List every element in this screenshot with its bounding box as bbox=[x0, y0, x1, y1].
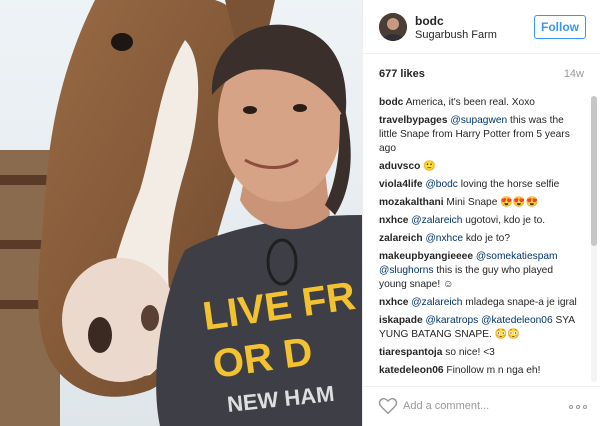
comment-mention[interactable]: @bodc bbox=[425, 179, 457, 190]
post-timestamp[interactable]: 14w bbox=[564, 68, 584, 80]
avatar-image bbox=[379, 13, 407, 41]
ellipsis-icon bbox=[569, 405, 573, 409]
comment-username[interactable]: viola4life bbox=[379, 179, 423, 190]
comment-mention[interactable]: @katedeleon06 bbox=[481, 315, 553, 326]
horse-selfie-image: LIVE FR OR D NEW HAM bbox=[0, 0, 362, 426]
post-stats: 677 likes 14w bbox=[379, 68, 584, 84]
comment-username[interactable]: bodc bbox=[379, 97, 403, 108]
comment-item: bodc America, it's been real. Xoxo bbox=[379, 96, 579, 110]
post-footer bbox=[363, 386, 600, 426]
post-header: bodc Sugarbush Farm Follow bbox=[363, 0, 600, 54]
heart-outline-icon bbox=[378, 397, 398, 415]
comment-item: tiarespantoja so nice! <3 bbox=[379, 346, 579, 360]
comment-mention[interactable]: @somekatiespam bbox=[476, 251, 558, 262]
comment-username[interactable]: nxhce bbox=[379, 297, 408, 308]
comment-text: so nice! <3 bbox=[445, 347, 495, 358]
comment-item: viola4life @bodc loving the horse selfie bbox=[379, 178, 579, 192]
comment-text: Mini Snape 😍😍😍 bbox=[446, 197, 539, 208]
comment-username[interactable]: makeupbyangieeee bbox=[379, 251, 473, 262]
location-link[interactable]: Sugarbush Farm bbox=[415, 29, 497, 41]
add-comment-input[interactable] bbox=[403, 396, 553, 416]
comment-item: zalareich @nxhce kdo je to? bbox=[379, 232, 579, 246]
comment-item: katedeleon06 Finollow m n nga eh! bbox=[379, 364, 579, 378]
comment-username[interactable]: zalareich bbox=[379, 233, 423, 244]
more-options-button[interactable] bbox=[569, 404, 587, 410]
comment-username[interactable]: katedeleon06 bbox=[379, 365, 444, 376]
comment-item: travelbypages @supagwen this was the lit… bbox=[379, 114, 579, 156]
avatar[interactable] bbox=[379, 13, 407, 41]
comment-username[interactable]: travelbypages bbox=[379, 115, 448, 126]
comment-mention[interactable]: @supagwen bbox=[450, 115, 507, 126]
comment-username[interactable]: tiarespantoja bbox=[379, 347, 442, 358]
comment-mention[interactable]: @slughorns bbox=[379, 265, 434, 276]
comment-text: mladega snape-a je igral bbox=[462, 297, 577, 308]
post-photo[interactable]: LIVE FR OR D NEW HAM bbox=[0, 0, 362, 426]
comment-text: loving the horse selfie bbox=[457, 179, 560, 190]
comment-username[interactable]: aduvsco bbox=[379, 161, 420, 172]
comment-mention[interactable]: @zalareich bbox=[411, 297, 462, 308]
comment-item: nxhce @zalareich mladega snape-a je igra… bbox=[379, 296, 579, 310]
follow-button[interactable]: Follow bbox=[534, 15, 586, 39]
comment-mention[interactable]: @zalareich bbox=[411, 215, 462, 226]
comment-text: America, it's been real. Xoxo bbox=[405, 97, 535, 108]
ellipsis-icon bbox=[583, 405, 587, 409]
post-sidebar: bodc Sugarbush Farm Follow 677 likes 14w… bbox=[362, 0, 600, 426]
username-link[interactable]: bodc bbox=[415, 14, 444, 28]
likes-count[interactable]: 677 likes bbox=[379, 68, 425, 80]
comment-item: aduvsco 🙂 bbox=[379, 160, 579, 174]
comment-text: 🙂 bbox=[423, 161, 436, 172]
comment-text: Finollow m n nga eh! bbox=[446, 365, 541, 376]
comment-username[interactable]: iskapade bbox=[379, 315, 423, 326]
comment-item: makeupbyangieeee @somekatiespam @slughor… bbox=[379, 250, 579, 292]
comment-username[interactable]: mozakalthani bbox=[379, 197, 444, 208]
comment-item: nxhce @zalareich ugotovi, kdo je to. bbox=[379, 214, 579, 228]
scrollbar-thumb[interactable] bbox=[591, 96, 597, 246]
post-container: LIVE FR OR D NEW HAM bodc Sugarbush Farm… bbox=[0, 0, 600, 426]
comment-item: mozakalthani Mini Snape 😍😍😍 bbox=[379, 196, 579, 210]
comment-mention[interactable]: @karatrops bbox=[425, 315, 478, 326]
comment-item: iskapade @karatrops @katedeleon06 SYA YU… bbox=[379, 314, 579, 342]
ellipsis-icon bbox=[576, 405, 580, 409]
comment-mention[interactable]: @nxhce bbox=[425, 233, 463, 244]
comments-list: bodc America, it's been real. Xoxo travel… bbox=[379, 96, 579, 382]
like-button[interactable] bbox=[378, 397, 398, 415]
comment-text: ugotovi, kdo je to. bbox=[462, 215, 546, 226]
comments-scrollbar[interactable] bbox=[591, 96, 597, 382]
comment-text: kdo je to? bbox=[462, 233, 510, 244]
comment-username[interactable]: nxhce bbox=[379, 215, 408, 226]
